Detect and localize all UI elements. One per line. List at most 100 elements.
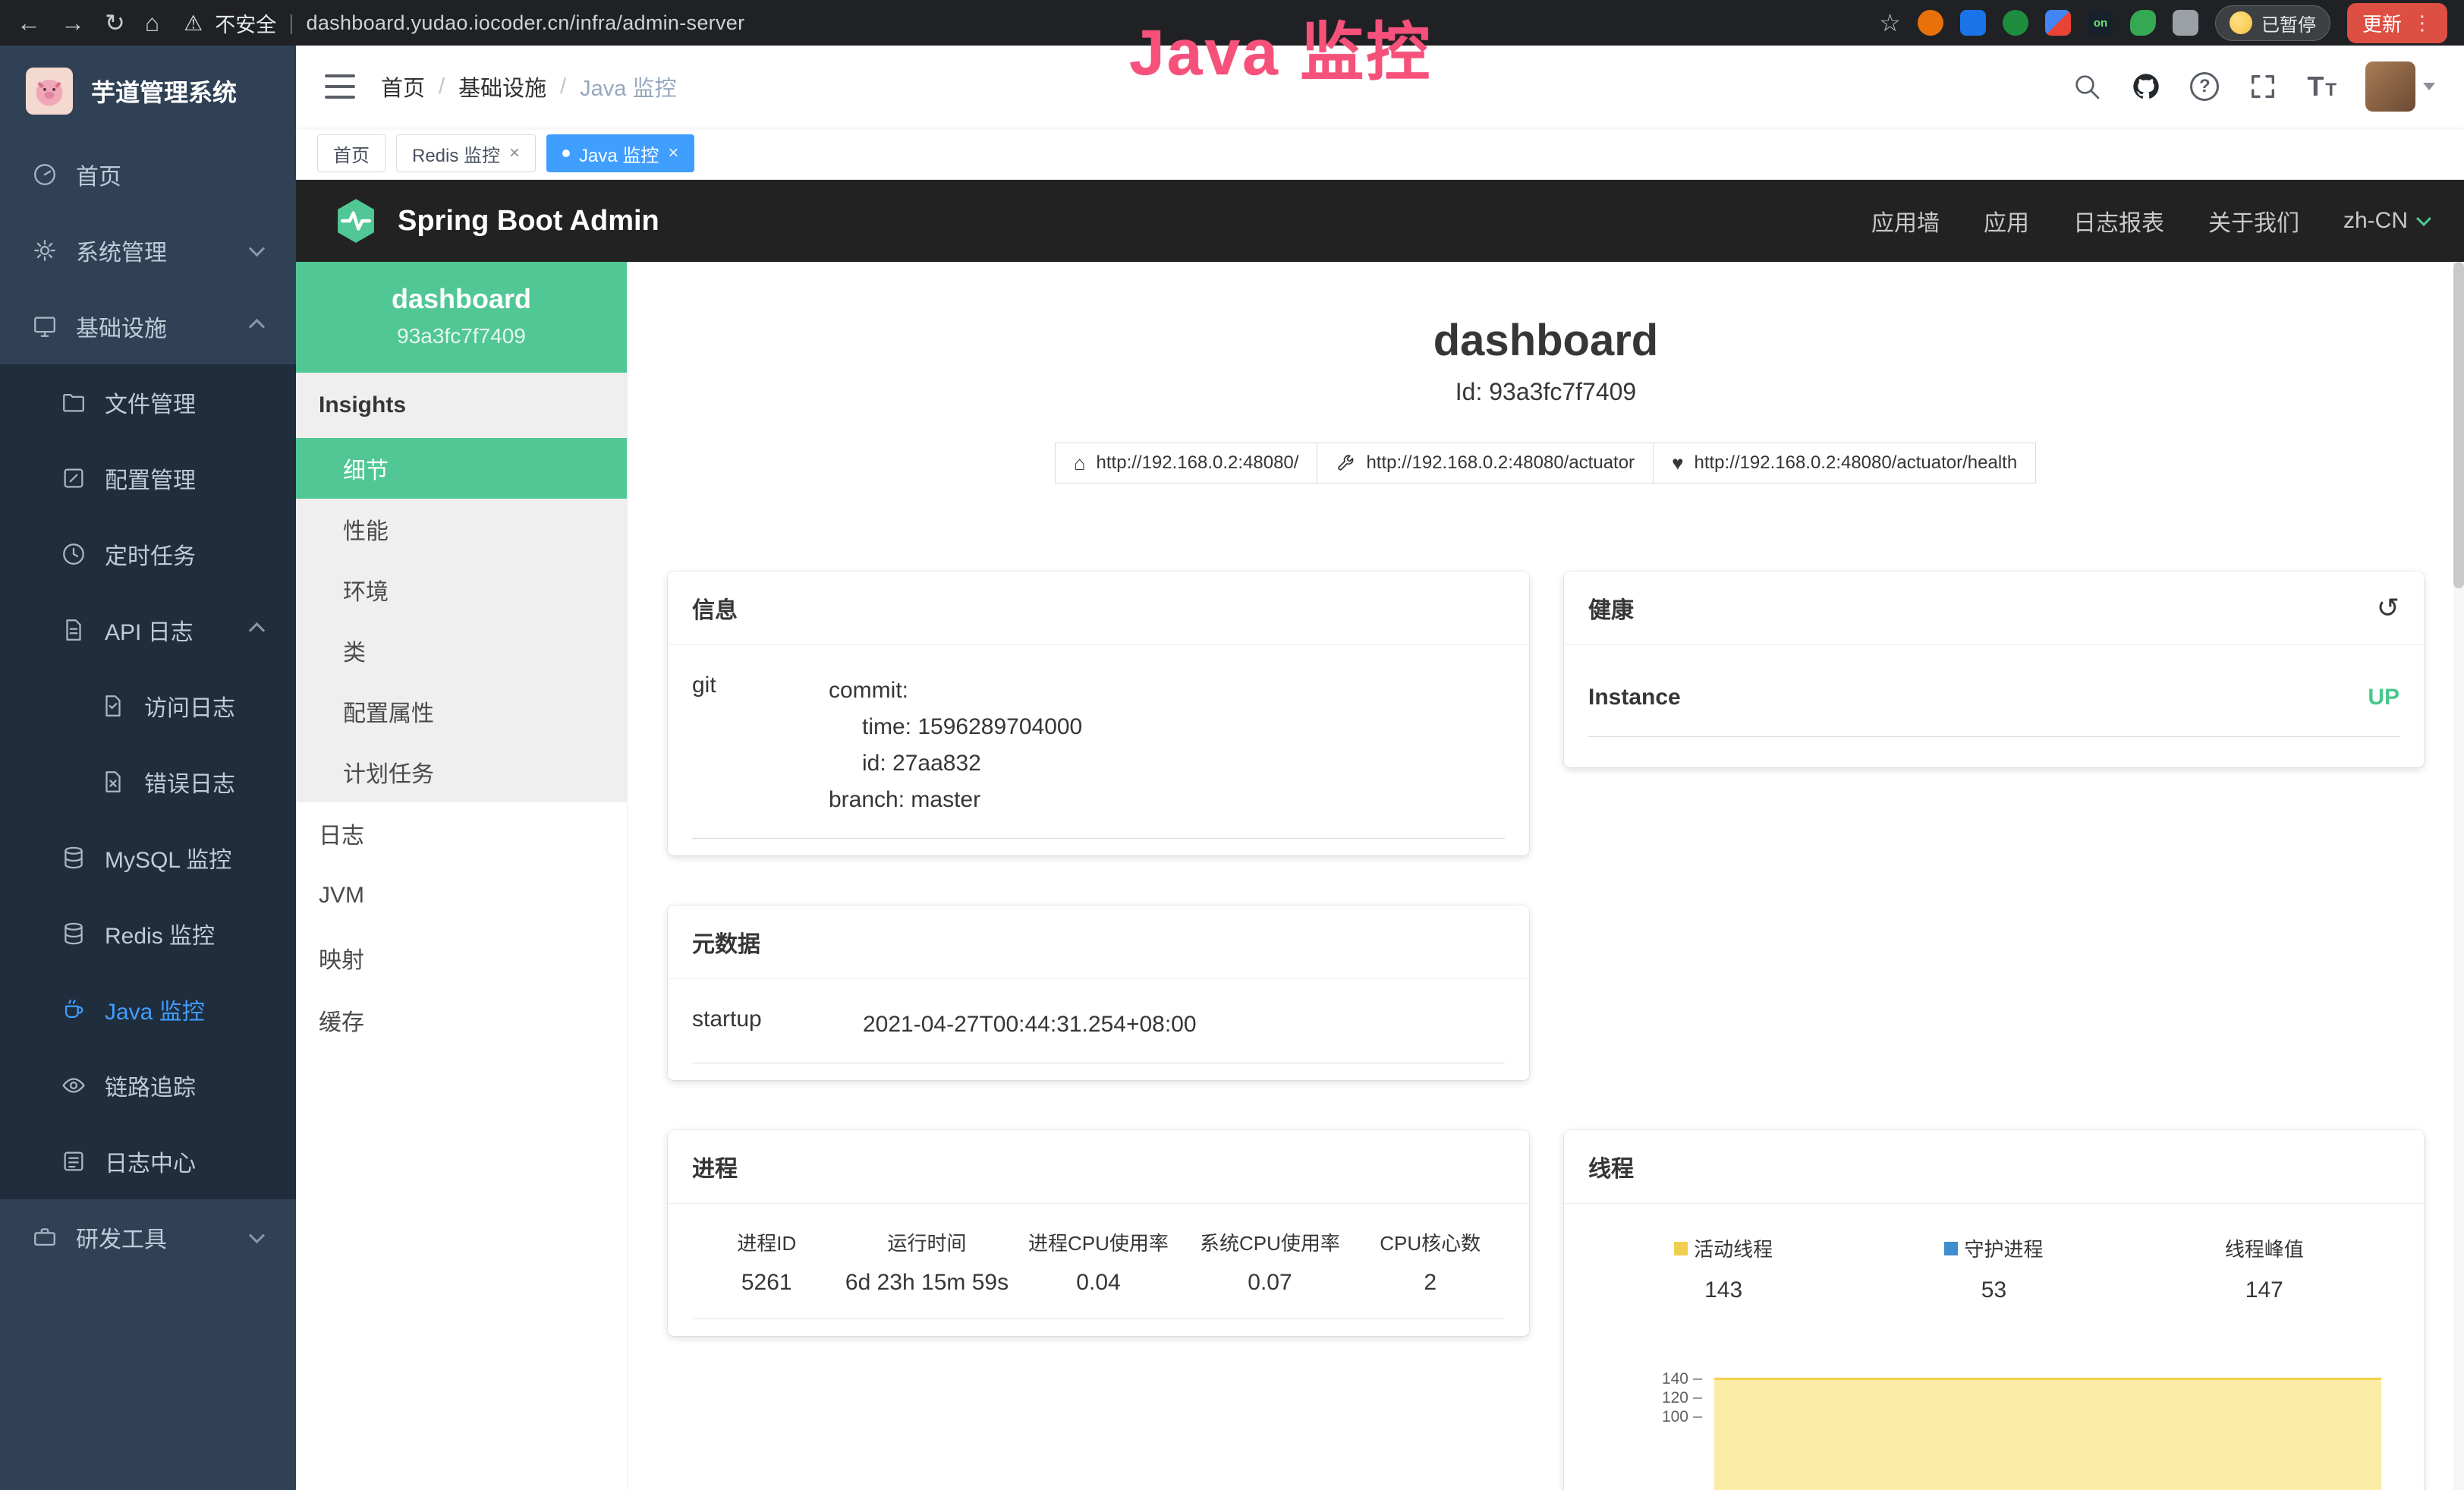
sba-brand-title[interactable]: Spring Boot Admin (398, 205, 659, 238)
hamburger-icon[interactable] (325, 74, 355, 99)
url-separator: | (288, 11, 294, 35)
sba-item-mappings[interactable]: 映射 (296, 927, 627, 989)
sidebar-item-mysql[interactable]: MySQL 监控 (0, 820, 296, 896)
app-shell: 芋道管理系统 首页 系统管理 基础设施 文件管理 (0, 46, 2464, 1490)
health-url-link[interactable]: ♥ http://192.168.0.2:48080/actuator/heal… (1653, 443, 2036, 484)
sidebar-item-config-mgmt[interactable]: 配置管理 (0, 440, 296, 516)
sidebar-item-error-log[interactable]: 错误日志 (0, 744, 296, 820)
tab-java-monitor[interactable]: Java 监控 × (546, 134, 694, 172)
service-url-link[interactable]: ⌂ http://192.168.0.2:48080/ (1055, 443, 1318, 484)
sba-nav-applications[interactable]: 应用 (1984, 204, 2029, 238)
health-card: 健康 ↺ Instance UP (1564, 572, 2424, 767)
sba-item-caches[interactable]: 缓存 (296, 989, 627, 1051)
update-button[interactable]: 更新 ⋮ (2347, 3, 2447, 43)
github-icon[interactable] (2131, 71, 2161, 102)
metadata-card: 元数据 startup 2021-04-27T00:44:31.254+08:0… (668, 906, 1529, 1080)
forward-icon[interactable]: → (61, 11, 85, 35)
extension-puzzle-icon[interactable] (2173, 10, 2198, 36)
browser-home-icon[interactable]: ⌂ (145, 11, 159, 35)
help-icon[interactable]: ? (2190, 72, 2219, 101)
annotation-text: Java 监控 (1129, 2, 1432, 93)
paused-badge[interactable]: 已暂停 (2215, 5, 2330, 41)
legend-col: 活动线程 143 (1588, 1234, 1858, 1303)
scrollbar[interactable] (2453, 262, 2464, 1490)
sba-item-performance[interactable]: 性能 (296, 499, 627, 559)
back-icon[interactable]: ← (17, 11, 41, 35)
extension-on-icon[interactable]: on (2088, 10, 2113, 36)
extension-icon[interactable] (2130, 10, 2156, 36)
sidebar-item-home[interactable]: 首页 (0, 137, 296, 213)
sidebar-item-api-log[interactable]: API 日志 (0, 592, 296, 668)
sidebar-item-system[interactable]: 系统管理 (0, 213, 296, 288)
metadata-key: startup (692, 1006, 863, 1043)
address-bar[interactable]: ⚠ 不安全 | dashboard.yudao.iocoder.cn/infra… (184, 8, 744, 38)
info-line: id: 27aa832 (829, 745, 1082, 782)
sidebar-item-access-log[interactable]: 访问日志 (0, 668, 296, 744)
link-text: http://192.168.0.2:48080/actuator (1366, 452, 1635, 474)
refresh-icon[interactable]: ↻ (105, 11, 125, 35)
scrollbar-thumb[interactable] (2453, 262, 2464, 588)
extension-icon[interactable] (1960, 10, 1986, 36)
sba-item-logs[interactable]: 日志 (296, 802, 627, 865)
actuator-url-link[interactable]: http://192.168.0.2:48080/actuator (1317, 443, 1654, 484)
sidebar-item-cron[interactable]: 定时任务 (0, 516, 296, 592)
avatar[interactable] (2365, 61, 2415, 112)
chevron-down-icon (249, 241, 265, 257)
font-small-glyph: T (2325, 80, 2337, 100)
sba-nav-journal[interactable]: 日志报表 (2073, 204, 2164, 238)
extension-icon[interactable] (2045, 10, 2071, 36)
sba-item-details[interactable]: 细节 (296, 438, 627, 499)
sba-item-scheduled-tasks[interactable]: 计划任务 (296, 742, 627, 802)
legend-label: 线程峰值 (2225, 1234, 2304, 1262)
database-icon (61, 845, 87, 871)
bookmark-star-icon[interactable]: ☆ (1879, 11, 1901, 35)
sidebar-item-label: 访问日志 (144, 689, 235, 723)
search-icon[interactable] (2072, 71, 2102, 102)
process-value: 2 (1355, 1270, 1505, 1296)
sba-nav-wallboard[interactable]: 应用墙 (1871, 204, 1940, 238)
extension-icon[interactable] (2003, 10, 2028, 36)
sidebar-item-java-monitor[interactable]: Java 监控 (0, 972, 296, 1047)
breadcrumb-infra[interactable]: 基础设施 (458, 71, 546, 102)
process-value: 0.07 (1184, 1270, 1355, 1296)
sba-logo-icon[interactable] (331, 196, 381, 246)
process-header: CPU核心数 (1355, 1228, 1505, 1256)
sba-item-environment[interactable]: 环境 (296, 559, 627, 620)
extension-icon[interactable] (1918, 10, 1943, 36)
sidebar-item-label: 系统管理 (76, 234, 167, 267)
fullscreen-icon[interactable] (2248, 71, 2278, 102)
sba-instance-header[interactable]: dashboard 93a3fc7f7409 (296, 262, 627, 373)
language-selector[interactable]: zh-CN (2343, 208, 2429, 234)
tab-home[interactable]: 首页 (317, 134, 385, 172)
sba-item-jvm[interactable]: JVM (296, 865, 627, 927)
insights-section: Insights 细节 性能 环境 类 配置属性 计划任务 (296, 373, 627, 802)
sidebar-item-infra[interactable]: 基础设施 (0, 288, 296, 364)
tab-redis-monitor[interactable]: Redis 监控 × (396, 134, 536, 172)
browser-menu-icon[interactable]: ⋮ (2412, 11, 2432, 35)
tabs-bar: 首页 Redis 监控 × Java 监控 × (296, 128, 2464, 180)
sidebar-item-devtools[interactable]: 研发工具 (0, 1199, 296, 1275)
sidebar-item-label: 日志中心 (105, 1145, 196, 1178)
app-logo[interactable]: 芋道管理系统 (0, 46, 296, 137)
chevron-up-icon (249, 318, 265, 334)
sba-sidebar: dashboard 93a3fc7f7409 Insights 细节 性能 环境… (296, 262, 628, 1490)
sidebar-item-redis[interactable]: Redis 监控 (0, 896, 296, 972)
sba-item-classes[interactable]: 类 (296, 620, 627, 681)
breadcrumb-home[interactable]: 首页 (381, 71, 425, 102)
history-icon[interactable]: ↺ (2377, 592, 2399, 624)
sidebar-item-log-center[interactable]: 日志中心 (0, 1123, 296, 1199)
toolbox-icon (32, 1224, 58, 1250)
close-icon[interactable]: × (668, 143, 678, 164)
instance-name: dashboard (296, 283, 627, 315)
sidebar-item-file-mgmt[interactable]: 文件管理 (0, 364, 296, 440)
metadata-value: 2021-04-27T00:44:31.254+08:00 (863, 1006, 1197, 1043)
user-menu[interactable] (2365, 61, 2435, 112)
sba-item-configprops[interactable]: 配置属性 (296, 681, 627, 742)
sba-nav-about[interactable]: 关于我们 (2208, 204, 2299, 238)
font-size-icon[interactable]: T T (2307, 73, 2337, 100)
folder-icon (61, 389, 87, 415)
gear-icon (32, 238, 58, 263)
sidebar-item-tracing[interactable]: 链路追踪 (0, 1047, 296, 1123)
close-icon[interactable]: × (509, 143, 520, 164)
update-label: 更新 (2362, 9, 2402, 37)
